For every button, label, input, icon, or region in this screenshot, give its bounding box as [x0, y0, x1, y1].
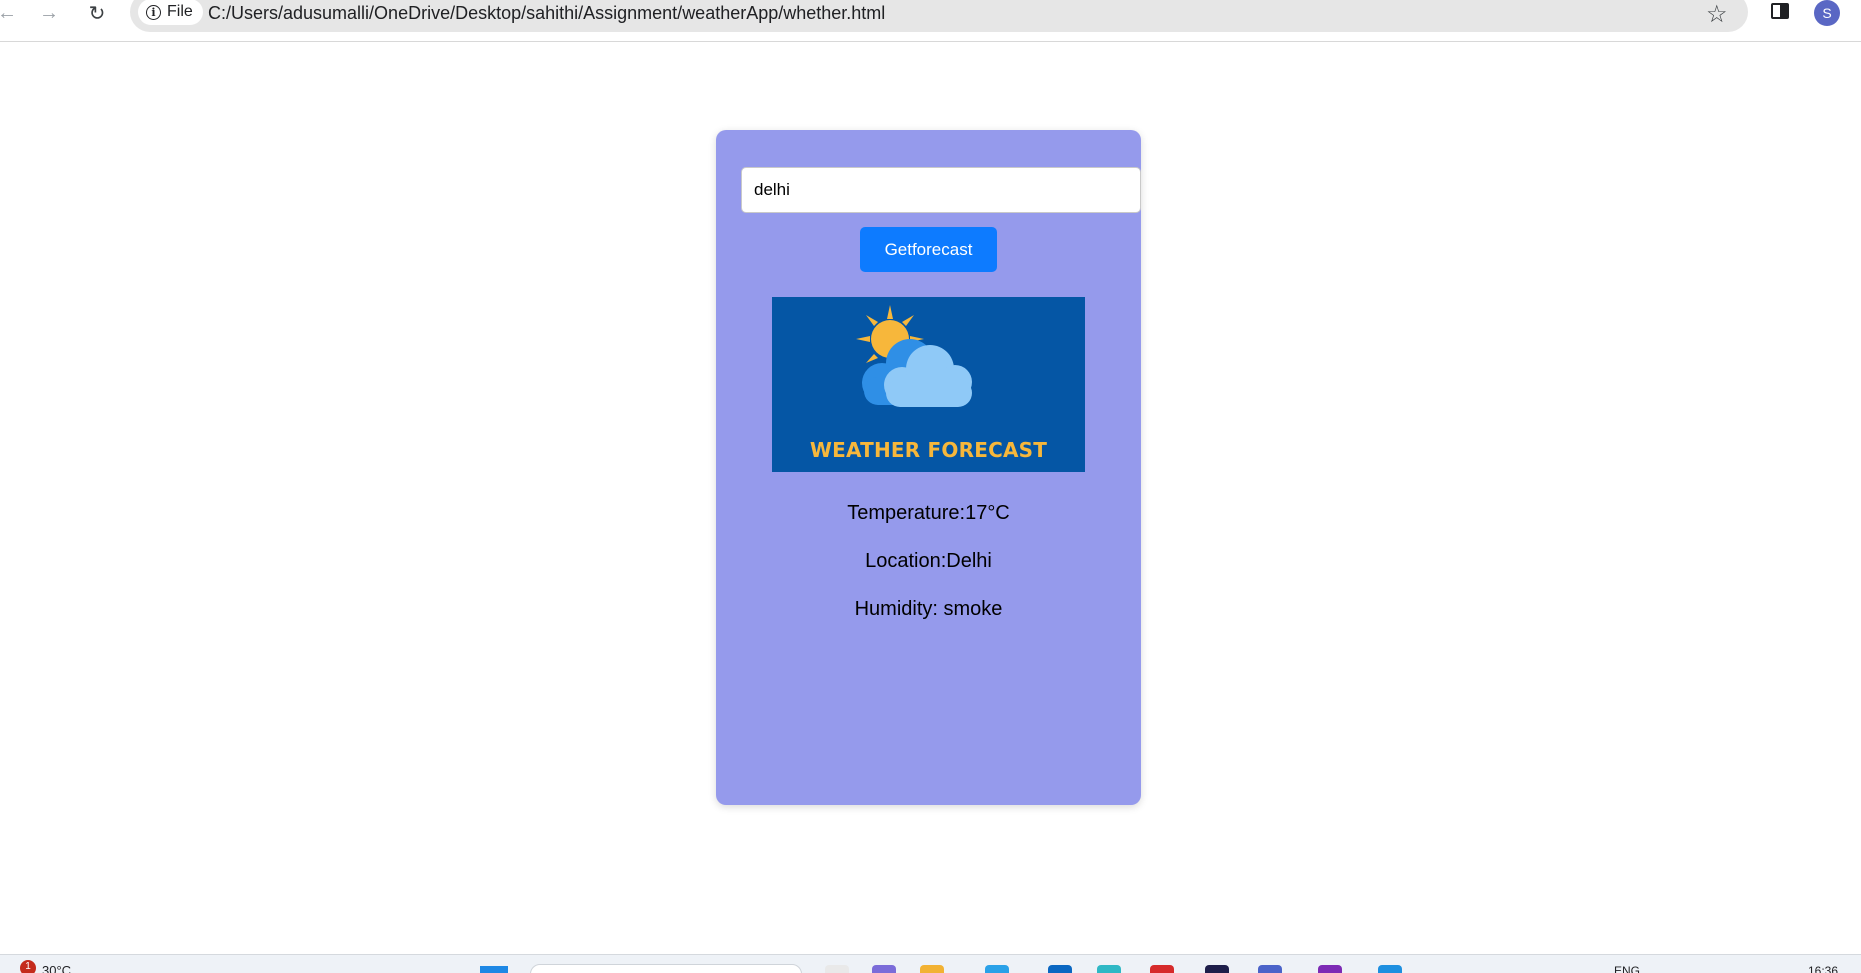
profile-avatar[interactable]: S: [1814, 0, 1840, 26]
side-panel-icon[interactable]: [1771, 3, 1789, 19]
weather-card: Getforecast: [716, 130, 1141, 805]
browser-toolbar: ← → ↻ i File C:/Users/adusumalli/OneDriv…: [0, 0, 1861, 42]
notification-badge: 1: [20, 960, 36, 973]
location-text: Location:Delhi: [865, 550, 992, 572]
taskbar: 1 30°C ENG 16:36: [0, 954, 1861, 973]
bookmark-star-icon[interactable]: ☆: [1706, 0, 1728, 29]
weather-forecast-banner: WEATHER FORECAST: [772, 297, 1085, 472]
humidity-text: Humidity: smoke: [854, 598, 1003, 620]
address-bar[interactable]: i File C:/Users/adusumalli/OneDrive/Desk…: [130, 0, 1748, 32]
reload-icon[interactable]: ↻: [82, 0, 112, 26]
temperature-text: Temperature:17°C: [847, 502, 1010, 524]
info-icon: i: [146, 4, 161, 20]
back-arrow-icon[interactable]: ←: [0, 0, 22, 26]
get-forecast-button[interactable]: Getforecast: [860, 227, 997, 272]
url-text[interactable]: C:/Users/adusumalli/OneDrive/Desktop/sah…: [208, 3, 885, 24]
banner-title: WEATHER FORECAST: [809, 438, 1048, 462]
forward-arrow-icon[interactable]: →: [34, 0, 64, 26]
site-info-label: File: [167, 3, 193, 20]
site-info-chip[interactable]: i File: [138, 0, 203, 25]
city-search-input[interactable]: [741, 167, 1141, 213]
